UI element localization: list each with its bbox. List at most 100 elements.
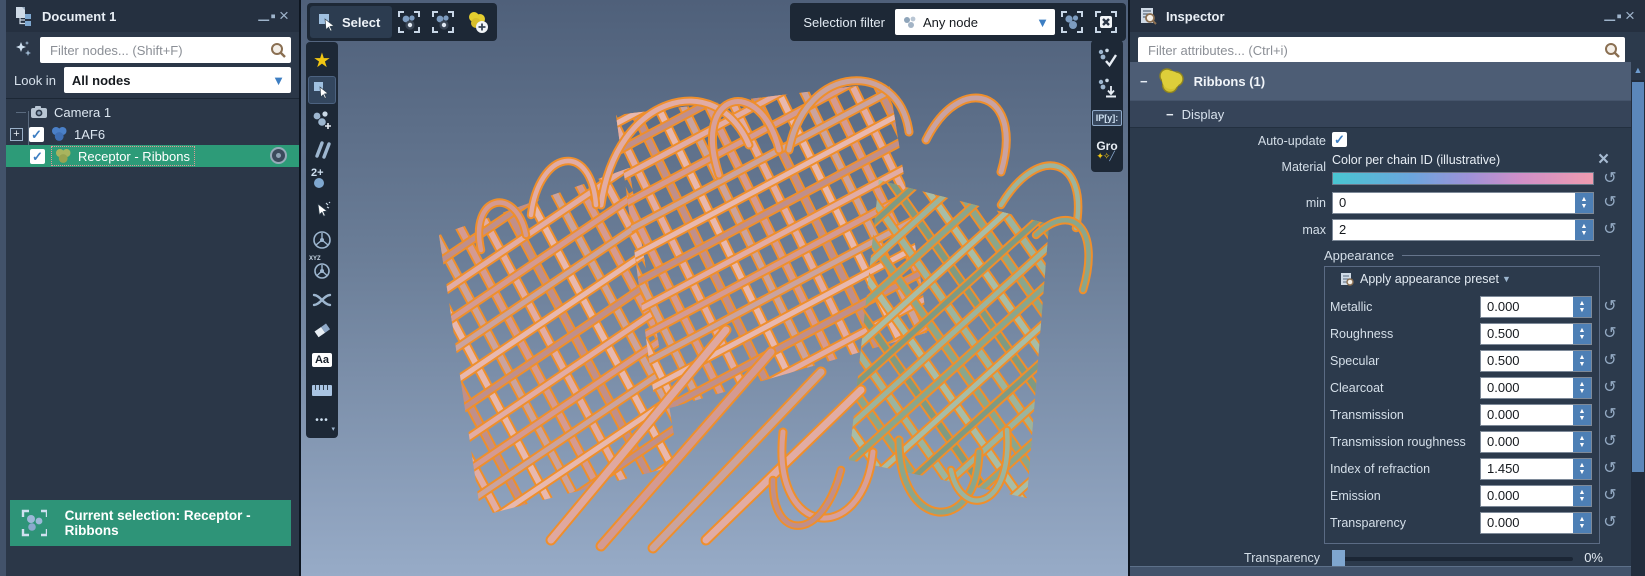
charge-tool-button[interactable]: 2+ [308, 166, 336, 194]
visibility-checkbox[interactable]: ✓ [30, 149, 45, 164]
gromacs-wizard-button[interactable]: Gro ✦✧╱ [1093, 134, 1121, 168]
property-value: 0.000 [1481, 432, 1573, 452]
selection-brackets-icon [1060, 10, 1084, 34]
spinner-arrows[interactable]: ▲▼ [1575, 193, 1593, 213]
spinner-arrows[interactable]: ▲▼ [1573, 486, 1591, 506]
close-icon[interactable]: × [275, 6, 293, 26]
search-icon [1603, 41, 1621, 59]
transparency-slider-thumb[interactable] [1332, 550, 1345, 567]
tree-row-receptor[interactable]: ✓ Receptor - Ribbons [6, 145, 299, 167]
rotate-view-button[interactable] [308, 226, 336, 254]
reset-icon[interactable]: ↺ [1600, 486, 1620, 506]
tree-row-1af6[interactable]: + ✓ 1AF6 [6, 123, 299, 145]
select-tool-button[interactable] [308, 76, 336, 104]
reset-icon[interactable]: ↺ [1600, 220, 1620, 240]
apply-preset-button[interactable]: Apply appearance preset ▼ [1340, 272, 1511, 286]
property-field[interactable]: 0.000▲▼ [1480, 377, 1592, 399]
ribbons-node-header[interactable]: − Ribbons (1) [1130, 62, 1633, 100]
tree-row-camera[interactable]: Camera 1 [6, 101, 299, 123]
favorites-button[interactable]: ★ [308, 46, 336, 74]
max-field[interactable]: 2 ▲▼ [1332, 219, 1594, 241]
property-field[interactable]: 0.500▲▼ [1480, 323, 1592, 345]
property-field[interactable]: 0.000▲▼ [1480, 485, 1592, 507]
property-field[interactable]: 0.000▲▼ [1480, 512, 1592, 534]
property-row: Index of refraction1.450▲▼↺ [1324, 458, 1600, 482]
rotate-xyz-button[interactable]: XYZ [308, 256, 336, 284]
bonds-tool-button[interactable] [308, 136, 336, 164]
reset-icon[interactable]: ↺ [1600, 193, 1620, 213]
select-filtered-button[interactable] [1055, 6, 1089, 38]
min-field[interactable]: 0 ▲▼ [1332, 192, 1594, 214]
property-field[interactable]: 0.000▲▼ [1480, 404, 1592, 426]
move-tool-button[interactable] [308, 196, 336, 224]
deselect-all-button[interactable] [1089, 6, 1123, 38]
import-structure-button[interactable] [1093, 74, 1121, 102]
attribute-filter-input[interactable] [1146, 42, 1603, 59]
look-in-dropdown[interactable]: All nodes ▼ [64, 67, 291, 93]
spinner-arrows[interactable]: ▲▼ [1573, 459, 1591, 479]
node-filter-input[interactable] [48, 42, 269, 59]
tree-label-1af6: 1AF6 [74, 127, 105, 142]
material-gradient-bar[interactable] [1332, 172, 1594, 185]
property-field[interactable]: 1.450▲▼ [1480, 458, 1592, 480]
ipython-console-button[interactable]: IP[y]: [1093, 104, 1121, 132]
spinner-arrows[interactable]: ▲▼ [1573, 378, 1591, 398]
text-label-button[interactable]: Aa [308, 346, 336, 374]
reset-icon[interactable]: ↺ [1600, 297, 1620, 317]
reset-icon[interactable]: ↺ [1600, 432, 1620, 452]
spinner-arrows[interactable]: ▲▼ [1573, 351, 1591, 371]
spinner-arrows[interactable]: ▲▼ [1573, 513, 1591, 533]
spinner-arrows[interactable]: ▲▼ [1573, 297, 1591, 317]
display-section-header[interactable]: − Display [1130, 100, 1633, 128]
spinner-arrows[interactable]: ▲▼ [1573, 432, 1591, 452]
twist-tool-button[interactable] [308, 286, 336, 314]
transparency-slider-track[interactable] [1337, 557, 1573, 561]
close-icon[interactable]: × [1621, 6, 1639, 26]
property-row: Clearcoat0.000▲▼↺ [1324, 377, 1600, 401]
add-atoms-button[interactable] [308, 106, 336, 134]
active-node-indicator[interactable] [270, 147, 287, 164]
spinner-arrows[interactable]: ▲▼ [1573, 324, 1591, 344]
pin-icon[interactable]: ⚊▪ [257, 7, 275, 25]
visibility-checkbox[interactable]: ✓ [29, 127, 44, 142]
property-row: Transmission roughness0.000▲▼↺ [1324, 431, 1600, 455]
select-button[interactable]: Select [310, 6, 392, 38]
inspector-scrollbar[interactable]: ▲ [1631, 60, 1645, 576]
property-field[interactable]: 0.500▲▼ [1480, 350, 1592, 372]
material-value: Color per chain ID (illustrative) [1332, 153, 1500, 167]
pin-icon[interactable]: ⚊▪ [1603, 7, 1621, 25]
clear-material-icon[interactable]: × [1598, 152, 1609, 168]
spinner-arrows[interactable]: ▲▼ [1573, 405, 1591, 425]
spinner-arrows[interactable]: ▲▼ [1575, 220, 1593, 240]
add-ribbons-button[interactable] [460, 6, 494, 38]
reset-icon[interactable]: ↺ [1600, 351, 1620, 371]
reset-icon[interactable]: ↺ [1600, 378, 1620, 398]
more-tools-button[interactable]: ••• ▾ [308, 406, 336, 434]
collapse-icon[interactable]: − [1166, 107, 1174, 122]
select-visible-button[interactable] [392, 6, 426, 38]
select-toolgroup: Select [307, 3, 497, 41]
divider [1402, 255, 1600, 256]
reset-icon[interactable]: ↺ [1600, 459, 1620, 479]
expand-icon[interactable]: + [10, 128, 23, 141]
auto-update-checkbox[interactable]: ✓ [1332, 132, 1347, 147]
viewport-3d[interactable]: Select Selection filter [301, 0, 1128, 576]
node-filter-field[interactable] [40, 37, 291, 63]
select-hidden-button[interactable] [426, 6, 460, 38]
reset-icon[interactable]: ↺ [1600, 513, 1620, 533]
attribute-filter-field[interactable] [1138, 37, 1625, 63]
erase-tool-button[interactable] [308, 316, 336, 344]
select-button-label: Select [342, 15, 380, 30]
scroll-up-button[interactable]: ▲ [1631, 60, 1645, 80]
property-field[interactable]: 0.000▲▼ [1480, 296, 1592, 318]
collapse-icon[interactable]: − [1140, 74, 1148, 89]
reset-icon[interactable]: ↺ [1600, 169, 1620, 189]
reset-icon[interactable]: ↺ [1600, 405, 1620, 425]
property-field[interactable]: 0.000▲▼ [1480, 431, 1592, 453]
look-in-label: Look in [14, 73, 56, 88]
reset-icon[interactable]: ↺ [1600, 324, 1620, 344]
scrollbar-thumb[interactable] [1632, 82, 1644, 472]
measure-tool-button[interactable] [308, 376, 336, 404]
selection-filter-dropdown[interactable]: Any node ▼ [895, 9, 1055, 35]
check-structure-button[interactable] [1093, 44, 1121, 72]
